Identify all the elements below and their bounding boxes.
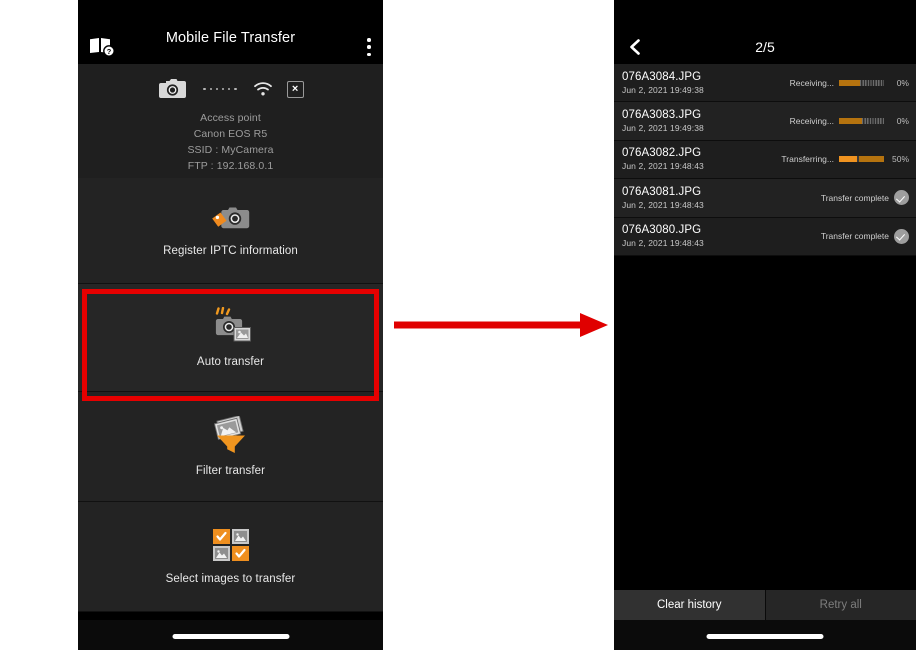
connection-detail-lines: Access point Canon EOS R5 SSID : MyCamer… [78,110,383,174]
ftp-label: FTP : 192.168.0.1 [187,160,274,172]
camera-tag-icon [209,204,253,239]
transfer-complete-check-icon [894,228,909,244]
home-indicator[interactable] [706,634,824,639]
menu-item-filter-transfer[interactable]: Filter transfer [78,392,383,502]
wifi-icon [253,81,273,97]
file-timestamp: Jun 2, 2021 19:49:38 [622,123,704,134]
menu-item-select-images[interactable]: Select images to transfer [78,502,383,612]
table-row[interactable]: 076A3083.JPG Jun 2, 2021 19:49:38 Receiv… [614,102,916,141]
camera-model-label: Canon EOS R5 [193,128,268,140]
clear-history-button[interactable]: Clear history [614,590,765,620]
file-timestamp: Jun 2, 2021 19:48:43 [622,199,704,210]
file-timestamp: Jun 2, 2021 19:48:43 [622,238,704,249]
menu-item-label: Register IPTC information [163,245,298,257]
menu-item-label: Auto transfer [196,356,265,368]
progress-percent: 0% [896,116,909,127]
file-name: 076A3080.JPG [622,224,702,237]
app-bar: ? Mobile File Transfer [78,0,383,64]
table-row[interactable]: 076A3080.JPG Jun 2, 2021 19:48:43 Transf… [614,217,916,256]
file-name: 076A3083.JPG [622,109,702,122]
home-indicator[interactable] [172,634,289,639]
camera-icon [157,78,187,100]
main-menu-list: Register IPTC information Auto transfer … [78,178,383,612]
home-bar-area [78,620,383,650]
transfer-file-info: 076A3080.JPG Jun 2, 2021 19:48:43 [614,223,704,249]
menu-item-auto-transfer[interactable]: Auto transfer [78,284,383,392]
transfer-progress-area: Receiving... 0% [790,116,916,126]
transfer-counter: 2/5 [755,39,775,55]
transfer-file-info: 076A3083.JPG Jun 2, 2021 19:49:38 [614,108,704,134]
connection-status-panel: × Access point Canon EOS R5 SSID : MyCam… [78,64,383,178]
table-row[interactable]: 076A3084.JPG Jun 2, 2021 19:49:38 Receiv… [614,64,916,103]
transfer-progress-area: Transferring... 50% [781,154,916,164]
file-timestamp: Jun 2, 2021 19:49:38 [622,84,704,95]
status-text: Transfer complete [820,192,889,203]
image-grid-check-icon [212,528,250,567]
progress-bar [839,79,884,86]
access-point-label: Access point [200,112,261,124]
ssid-label: SSID : MyCamera [187,144,274,156]
progress-percent: 0% [896,77,909,88]
menu-item-label: Select images to transfer [165,573,296,585]
status-text: Transferring... [781,154,834,165]
svg-text:?: ? [107,47,112,56]
transfer-progress-area: Transfer complete [820,190,916,206]
progress-bar [839,156,884,163]
table-row[interactable]: 076A3082.JPG Jun 2, 2021 19:48:43 Transf… [614,140,916,180]
menu-item-label: Filter transfer [195,465,266,477]
right-phone-screen: 2/5 076A3084.JPG Jun 2, 2021 19:49:38 Re… [614,0,916,650]
table-row[interactable]: 076A3081.JPG Jun 2, 2021 19:48:43 Transf… [614,179,916,218]
status-text: Transfer complete [820,231,889,242]
connection-dots-icon [203,87,237,91]
disconnect-button[interactable]: × [286,80,304,98]
photo-funnel-icon [210,415,252,459]
transfer-file-info: 076A3082.JPG Jun 2, 2021 19:48:43 [614,146,704,172]
status-text: Receiving... [789,77,834,88]
file-name: 076A3081.JPG [622,185,702,198]
transfer-progress-area: Transfer complete [820,228,916,244]
transfer-list: 076A3084.JPG Jun 2, 2021 19:49:38 Receiv… [614,64,916,256]
arrow-annotation [392,306,610,344]
file-timestamp: Jun 2, 2021 19:48:43 [622,161,704,172]
status-text: Receiving... [789,116,834,127]
transfer-footer: Clear history Retry all [614,590,916,620]
home-bar-area [614,620,916,650]
transfer-progress-area: Receiving... 0% [790,78,916,88]
transfer-app-bar: 2/5 [614,0,916,64]
connection-icon-row: × [78,72,383,106]
progress-percent: 50% [891,154,909,165]
page-title: Mobile File Transfer [165,30,296,46]
left-phone-screen: ? Mobile File Transfer × Access point Ca… [78,0,383,650]
file-name: 076A3084.JPG [622,70,702,83]
transfer-complete-check-icon [894,190,909,206]
progress-bar [839,118,884,125]
transfer-file-info: 076A3081.JPG Jun 2, 2021 19:48:43 [614,185,704,211]
overflow-menu-icon[interactable] [367,38,371,56]
file-name: 076A3082.JPG [622,147,702,160]
menu-item-register-iptc[interactable]: Register IPTC information [78,178,383,284]
retry-all-button[interactable]: Retry all [765,590,916,620]
transfer-file-info: 076A3084.JPG Jun 2, 2021 19:49:38 [614,70,704,96]
camera-auto-transfer-icon [208,306,254,350]
